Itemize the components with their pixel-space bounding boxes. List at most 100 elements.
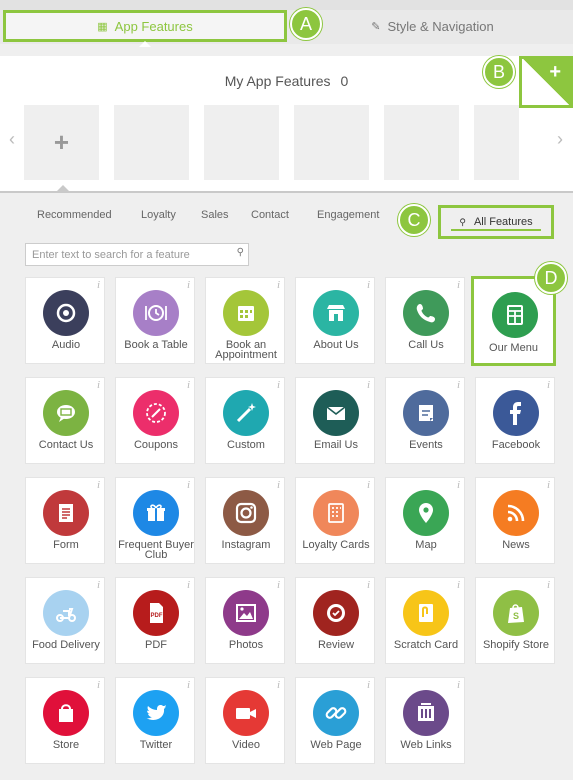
feature-label: Audio	[51, 339, 81, 351]
feature-card-audio[interactable]: i Audio	[25, 277, 105, 364]
feature-card-custom[interactable]: i Custom	[205, 377, 285, 464]
info-icon[interactable]: i	[457, 679, 460, 691]
info-icon[interactable]: i	[187, 479, 190, 491]
feature-card-twitter[interactable]: i Twitter	[115, 677, 195, 764]
info-icon[interactable]: i	[547, 379, 550, 391]
feature-card-loyalty-cards[interactable]: i Loyalty Cards	[295, 477, 375, 564]
category-all-features[interactable]: ⚲ All Features	[438, 205, 554, 239]
feature-card-call-us[interactable]: i Call Us	[385, 277, 465, 364]
info-icon[interactable]: i	[187, 379, 190, 391]
info-icon[interactable]: i	[277, 379, 280, 391]
search-icon: ⚲	[236, 247, 244, 258]
empty-feature-slot	[384, 105, 459, 180]
info-icon[interactable]: i	[277, 679, 280, 691]
category-contact[interactable]: Contact	[251, 209, 289, 221]
feature-label: Scratch Card	[393, 639, 459, 651]
info-icon[interactable]: i	[367, 479, 370, 491]
feature-label: Facebook	[491, 439, 541, 451]
my-app-features-count: 0	[340, 73, 349, 89]
info-icon[interactable]: i	[457, 379, 460, 391]
feature-card-review[interactable]: i Review	[295, 577, 375, 664]
feature-card-store[interactable]: i Store	[25, 677, 105, 764]
feature-card-contact-us[interactable]: i Contact Us	[25, 377, 105, 464]
feature-card-book-an-appointment[interactable]: i Book an Appointment	[205, 277, 285, 364]
panel-pointer	[56, 185, 70, 192]
feature-card-shopify-store[interactable]: i S Shopify Store	[475, 577, 555, 664]
tab-style-navigation[interactable]: ✎ Style & Navigation	[300, 10, 565, 42]
magic-wand-icon	[223, 390, 269, 436]
info-icon[interactable]: i	[97, 479, 100, 491]
events-icon	[403, 390, 449, 436]
add-feature-slot[interactable]: +	[24, 105, 99, 180]
info-icon[interactable]: i	[187, 579, 190, 591]
feature-card-facebook[interactable]: i Facebook	[475, 377, 555, 464]
info-icon[interactable]: i	[97, 379, 100, 391]
feature-label: Shopify Store	[482, 639, 550, 651]
callout-c: C	[398, 204, 430, 236]
feature-card-scratch-card[interactable]: i Scratch Card	[385, 577, 465, 664]
info-icon[interactable]: i	[187, 279, 190, 291]
top-tab-bar: ▦ App Features ✎ Style & Navigation	[0, 0, 573, 44]
info-icon[interactable]: i	[97, 679, 100, 691]
info-icon[interactable]: i	[97, 279, 100, 291]
feature-card-about-us[interactable]: i About Us	[295, 277, 375, 364]
feature-card-frequent-buyer-club[interactable]: i Frequent Buyer Club	[115, 477, 195, 564]
feature-card-coupons[interactable]: i Coupons	[115, 377, 195, 464]
info-icon[interactable]: i	[277, 279, 280, 291]
tab-app-features[interactable]: ▦ App Features	[3, 10, 287, 42]
feature-label: Review	[317, 639, 355, 651]
feature-card-web-page[interactable]: i Web Page	[295, 677, 375, 764]
category-loyalty[interactable]: Loyalty	[141, 209, 176, 221]
feature-label: Frequent Buyer Club	[118, 539, 194, 561]
info-icon[interactable]: i	[457, 479, 460, 491]
info-icon[interactable]: i	[367, 279, 370, 291]
feature-label: Call Us	[408, 339, 444, 351]
carousel-prev-arrow[interactable]: ‹	[9, 129, 15, 150]
feature-card-email-us[interactable]: i Email Us	[295, 377, 375, 464]
info-icon[interactable]: i	[367, 379, 370, 391]
info-icon[interactable]: i	[457, 579, 460, 591]
feature-card-news[interactable]: i News	[475, 477, 555, 564]
feature-label: Store	[52, 739, 80, 751]
feature-card-web-links[interactable]: i Web Links	[385, 677, 465, 764]
instagram-icon	[223, 490, 269, 536]
info-icon[interactable]: i	[547, 479, 550, 491]
info-icon[interactable]: i	[187, 679, 190, 691]
feature-card-book-a-table[interactable]: i Book a Table	[115, 277, 195, 364]
category-recommended[interactable]: Recommended	[37, 209, 112, 221]
feature-card-pdf[interactable]: i PDF PDF	[115, 577, 195, 664]
feature-card-food-delivery[interactable]: i Food Delivery	[25, 577, 105, 664]
feature-search-input[interactable]	[26, 244, 226, 265]
carousel-next-arrow[interactable]: ›	[557, 129, 563, 150]
category-sales[interactable]: Sales	[201, 209, 229, 221]
info-icon[interactable]: i	[457, 279, 460, 291]
feature-label: About Us	[313, 339, 359, 351]
tab-style-navigation-label: Style & Navigation	[387, 18, 494, 34]
twitter-icon	[133, 690, 179, 736]
feature-label: Web Page	[310, 739, 362, 751]
category-tabs: Recommended Loyalty Sales Contact Engage…	[0, 205, 573, 239]
feature-card-form[interactable]: i Form	[25, 477, 105, 564]
feature-card-events[interactable]: i Events	[385, 377, 465, 464]
review-badge-icon	[313, 590, 359, 636]
feature-label: Form	[53, 539, 79, 551]
video-camera-icon	[223, 690, 269, 736]
empty-feature-slot	[474, 105, 519, 180]
info-icon[interactable]: i	[547, 579, 550, 591]
info-icon[interactable]: i	[277, 479, 280, 491]
category-engagement[interactable]: Engagement	[317, 209, 379, 221]
info-icon[interactable]: i	[367, 579, 370, 591]
feature-card-map[interactable]: i Map	[385, 477, 465, 564]
feature-search-box: ⚲	[25, 243, 249, 266]
feature-card-instagram[interactable]: i Instagram	[205, 477, 285, 564]
feature-label: Custom	[227, 439, 265, 451]
tab-pointer	[139, 41, 151, 47]
info-icon[interactable]: i	[277, 579, 280, 591]
grid-icon: ▦	[97, 20, 108, 33]
info-icon[interactable]: i	[97, 579, 100, 591]
feature-card-video[interactable]: i Video	[205, 677, 285, 764]
corner-add-button[interactable]: +	[519, 56, 573, 108]
info-icon[interactable]: i	[367, 679, 370, 691]
feature-card-photos[interactable]: i Photos	[205, 577, 285, 664]
scooter-icon	[43, 590, 89, 636]
